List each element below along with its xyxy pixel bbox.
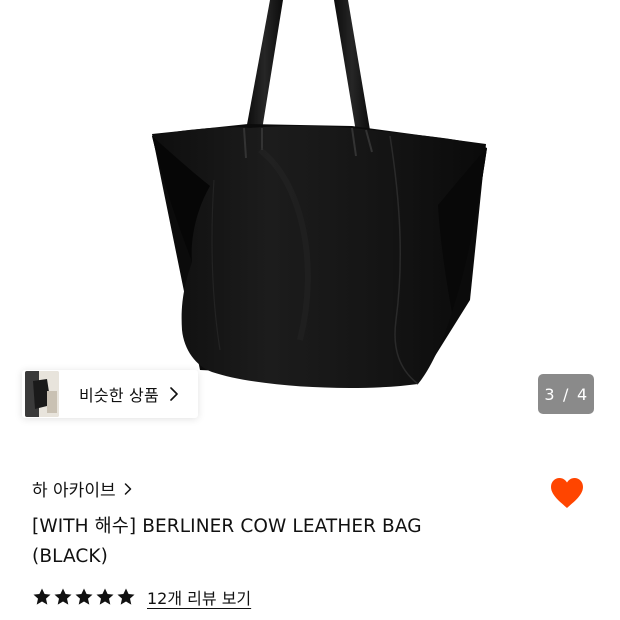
- similar-products-button[interactable]: 비슷한 상품: [22, 370, 198, 418]
- star-icon: [96, 588, 114, 605]
- product-title-line-1: [WITH 해수] BERLINER COW LEATHER BAG: [32, 516, 422, 537]
- star-icon: [75, 588, 93, 605]
- total-images: 4: [576, 384, 588, 404]
- counter-separator: /: [563, 384, 569, 404]
- star-icon: [54, 588, 72, 605]
- product-title: [WITH 해수] BERLINER COW LEATHER BAG (BLAC…: [32, 512, 502, 572]
- reviews-link[interactable]: 12개 리뷰 보기: [147, 585, 251, 609]
- chevron-right-icon: [170, 387, 178, 401]
- heart-icon[interactable]: [548, 474, 586, 512]
- product-image-gallery[interactable]: 비슷한 상품 3 / 4: [0, 0, 620, 440]
- rating-stars: [32, 587, 137, 607]
- brand-name: 하 아카이브: [32, 481, 116, 501]
- product-title-line-2: (BLACK): [32, 546, 108, 567]
- similar-products-label: 비슷한 상품: [79, 386, 159, 405]
- image-counter: 3 / 4: [538, 374, 594, 414]
- star-icon: [33, 588, 51, 605]
- rating-row: 12개 리뷰 보기: [32, 585, 251, 609]
- star-icon: [117, 588, 135, 605]
- chevron-right-icon: [124, 482, 131, 495]
- similar-product-thumbnail: [25, 371, 59, 417]
- current-image-index: 3: [544, 384, 556, 404]
- brand-link[interactable]: 하 아카이브: [32, 476, 132, 501]
